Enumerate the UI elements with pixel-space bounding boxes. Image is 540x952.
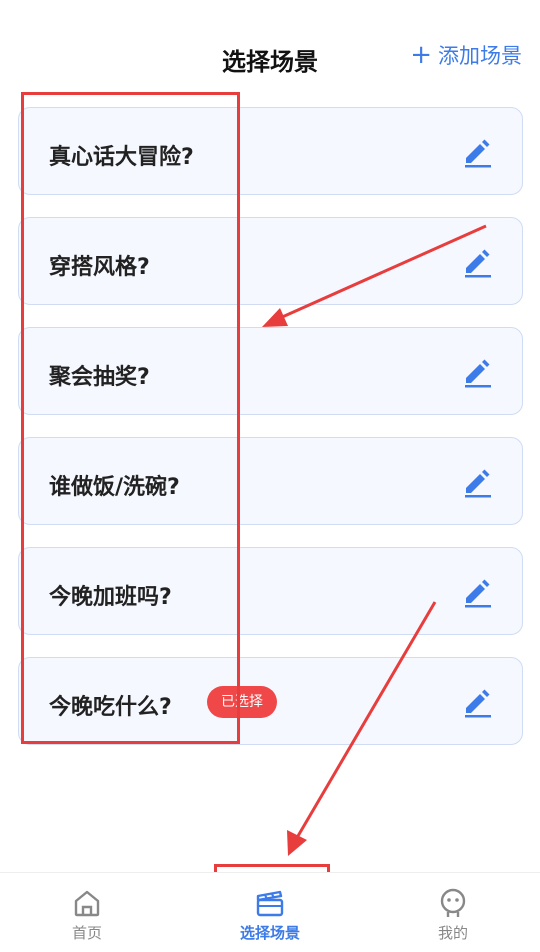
scene-card[interactable]: 聚会抽奖? xyxy=(18,327,523,415)
scene-label: 聚会抽奖? xyxy=(49,365,150,390)
tab-mine[interactable]: 我的 xyxy=(393,887,513,943)
edit-icon[interactable] xyxy=(462,356,494,388)
edit-icon[interactable] xyxy=(462,246,494,278)
scene-card-selected[interactable]: 今晚吃什么? 已选择 xyxy=(18,657,523,745)
scene-list: 真心话大冒险? 穿搭风格? 聚会抽奖? 谁做饭/洗碗? 今晚加班吗? 今晚吃什么… xyxy=(18,107,523,767)
edit-icon[interactable] xyxy=(462,576,494,608)
tab-home[interactable]: 首页 xyxy=(27,887,147,943)
home-icon xyxy=(74,890,100,917)
scene-label: 真心话大冒险? xyxy=(49,145,194,170)
edit-icon[interactable] xyxy=(462,466,494,498)
scene-label: 穿搭风格? xyxy=(49,255,150,280)
scene-label: 今晚吃什么? xyxy=(49,695,172,720)
annotation-arrowhead xyxy=(287,830,307,856)
scene-label: 谁做饭/洗碗? xyxy=(49,475,180,500)
edit-icon[interactable] xyxy=(462,136,494,168)
tab-mine-label: 我的 xyxy=(437,924,468,942)
tab-scenes[interactable]: 选择场景 xyxy=(210,887,330,943)
clapperboard-icon xyxy=(256,890,284,917)
scene-card[interactable]: 真心话大冒险? xyxy=(18,107,523,195)
scene-label: 今晚加班吗? xyxy=(49,585,172,610)
selected-badge: 已选择 xyxy=(207,686,277,718)
tab-scenes-label: 选择场景 xyxy=(239,924,300,942)
user-face-icon xyxy=(440,888,466,917)
plus-icon: + xyxy=(410,40,432,70)
edit-icon[interactable] xyxy=(462,686,494,718)
tab-home-label: 首页 xyxy=(71,924,102,942)
scene-card[interactable]: 穿搭风格? xyxy=(18,217,523,305)
add-scene-button[interactable]: + 添加场景 xyxy=(410,40,522,70)
tab-bar: 首页 选择场景 我的 xyxy=(0,872,540,952)
scene-card[interactable]: 谁做饭/洗碗? xyxy=(18,437,523,525)
scene-card[interactable]: 今晚加班吗? xyxy=(18,547,523,635)
header: 选择场景 + 添加场景 xyxy=(0,30,540,86)
add-scene-label: 添加场景 xyxy=(438,44,522,68)
